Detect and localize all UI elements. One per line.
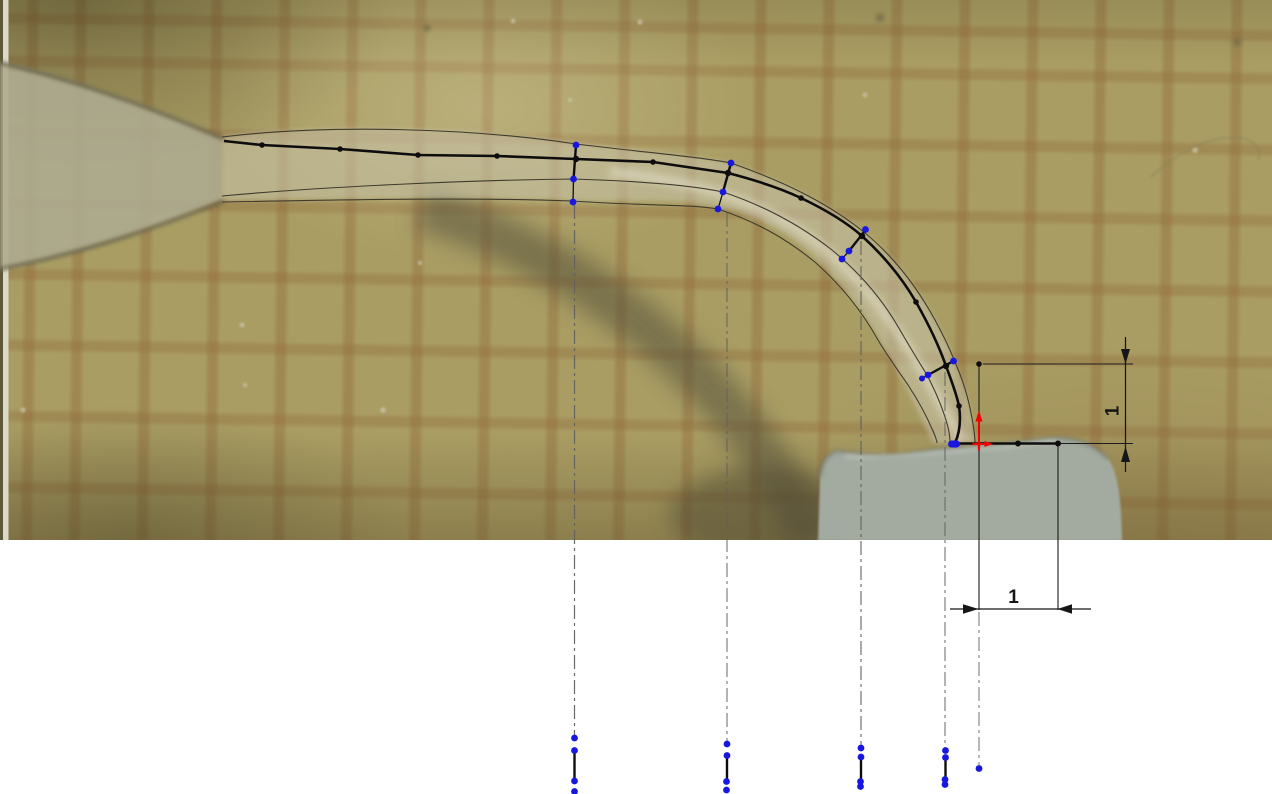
sketch-point[interactable] bbox=[728, 160, 735, 167]
sketch-point[interactable] bbox=[942, 747, 949, 754]
projection-cluster-1[interactable] bbox=[571, 735, 578, 794]
sketch-point[interactable] bbox=[942, 781, 949, 788]
sketch-point[interactable] bbox=[715, 206, 722, 213]
spline-knot[interactable] bbox=[956, 403, 962, 409]
paper-specks bbox=[20, 19, 1198, 413]
projection-cluster-3[interactable] bbox=[857, 745, 864, 790]
spline-knot[interactable] bbox=[976, 361, 982, 367]
sketch-point[interactable] bbox=[942, 754, 949, 761]
sketch-point[interactable] bbox=[919, 376, 925, 382]
sketch-point[interactable] bbox=[724, 752, 731, 759]
origin-arrow-up-icon bbox=[975, 411, 982, 422]
spline-knot[interactable] bbox=[494, 153, 500, 159]
sketch-point-landing[interactable] bbox=[948, 441, 960, 448]
sketch-point[interactable] bbox=[950, 358, 957, 365]
sketch-point[interactable] bbox=[723, 778, 730, 785]
sketch-point[interactable] bbox=[839, 256, 846, 263]
spline-knot[interactable] bbox=[1015, 441, 1021, 447]
sketch-point[interactable] bbox=[571, 778, 578, 785]
sketch-point[interactable] bbox=[925, 372, 932, 379]
spline-knot[interactable] bbox=[913, 299, 919, 305]
cad-canvas: 1 1 bbox=[0, 0, 1272, 794]
vertical-dimension-value[interactable]: 1 bbox=[1103, 405, 1124, 416]
sketch-point[interactable] bbox=[570, 199, 577, 206]
vertical-dimension[interactable]: 1 bbox=[1103, 337, 1130, 472]
sketch-point[interactable] bbox=[724, 741, 731, 748]
sketch-point[interactable] bbox=[720, 189, 727, 196]
spline-knot[interactable] bbox=[798, 195, 804, 201]
spline-knot[interactable] bbox=[650, 159, 656, 165]
paper-scratch bbox=[1150, 138, 1259, 178]
dimension-arrow-down bbox=[1121, 349, 1130, 364]
sketch-point[interactable] bbox=[723, 787, 730, 794]
origin-marker[interactable] bbox=[973, 411, 994, 451]
spline-knot[interactable] bbox=[337, 146, 343, 152]
nozzle-photo bbox=[0, 62, 222, 270]
dimension-arrow-left bbox=[1058, 604, 1073, 613]
spline-knot[interactable] bbox=[1055, 441, 1061, 447]
dimension-arrow-right bbox=[963, 604, 979, 613]
sketch-point[interactable] bbox=[571, 788, 578, 794]
projection-clusters[interactable] bbox=[571, 735, 949, 794]
sketch-point[interactable] bbox=[976, 765, 983, 772]
projection-cluster-2[interactable] bbox=[723, 741, 730, 794]
sketch-overlay: 1 1 bbox=[0, 0, 1272, 794]
spline-knot[interactable] bbox=[259, 142, 265, 148]
sketch-point[interactable] bbox=[857, 783, 864, 790]
sketch-point[interactable] bbox=[571, 735, 578, 742]
sketch-point[interactable] bbox=[862, 226, 869, 233]
sketch-point[interactable] bbox=[858, 754, 865, 761]
dimension-arrow-up bbox=[1121, 447, 1130, 463]
sketch-point[interactable] bbox=[858, 745, 865, 752]
horizontal-dimension[interactable]: 1 bbox=[950, 587, 1091, 614]
sketch-point[interactable] bbox=[846, 248, 853, 255]
spline-knot[interactable] bbox=[415, 152, 421, 158]
horizontal-dimension-value[interactable]: 1 bbox=[1008, 587, 1019, 608]
sketch-point[interactable] bbox=[573, 142, 580, 149]
projection-cluster-4[interactable] bbox=[942, 747, 949, 788]
paper-dark-specks bbox=[424, 14, 1242, 47]
sketch-point[interactable] bbox=[571, 747, 578, 754]
sketch-point[interactable] bbox=[570, 176, 577, 183]
